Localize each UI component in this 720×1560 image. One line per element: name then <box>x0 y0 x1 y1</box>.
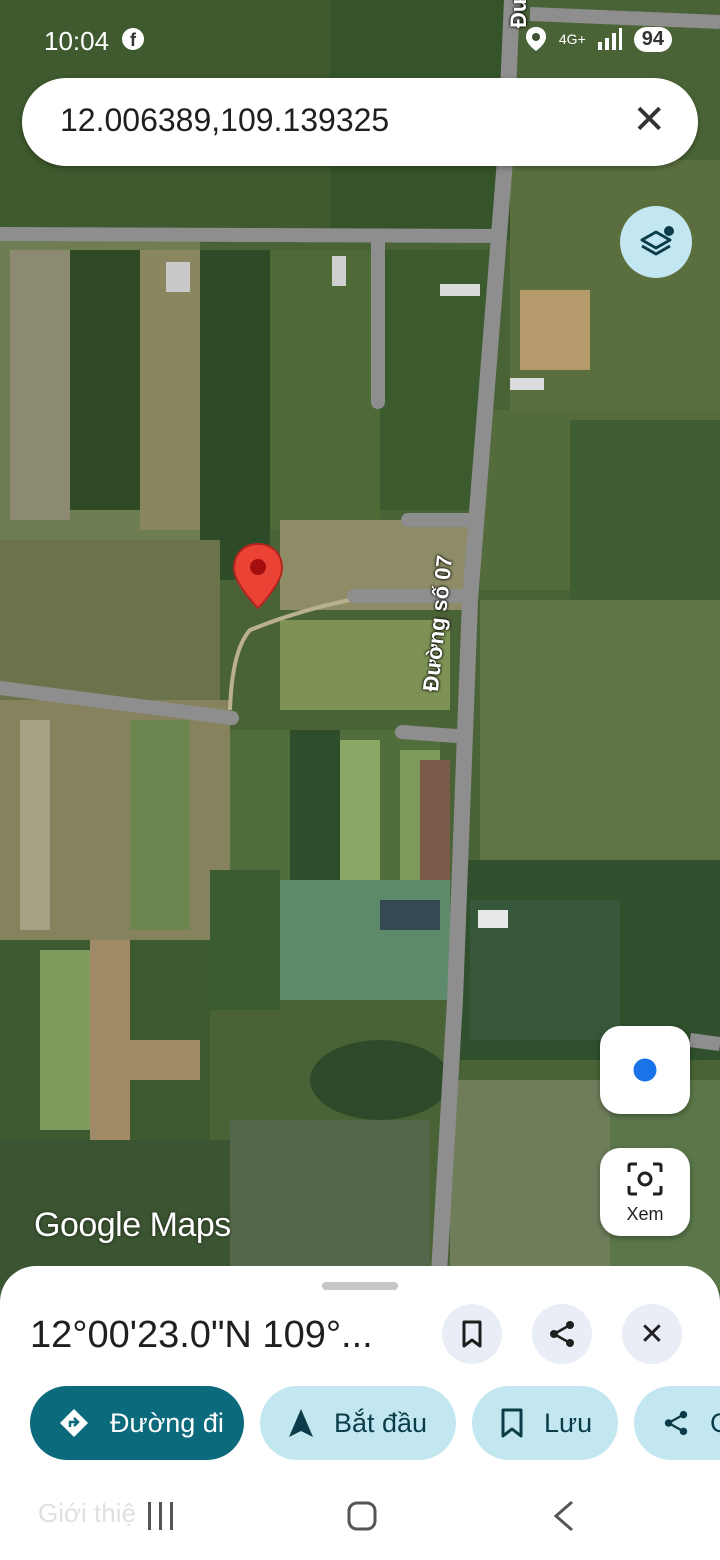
location-pin-icon[interactable] <box>232 542 284 610</box>
start-button[interactable]: Bắt đầu <box>260 1386 456 1460</box>
save-label: Lưu <box>544 1407 593 1438</box>
home-icon[interactable] <box>346 1500 378 1532</box>
save-button[interactable]: Lưu <box>472 1386 618 1460</box>
start-label: Bắt đầu <box>334 1407 428 1438</box>
directions-icon <box>58 1407 90 1439</box>
bookmark-icon <box>462 1320 482 1348</box>
close-icon: ✕ <box>639 1317 665 1351</box>
back-icon[interactable] <box>552 1500 576 1532</box>
navigation-icon <box>288 1408 314 1438</box>
share-icon <box>550 1321 574 1347</box>
signal-icon <box>597 28 622 50</box>
location-icon <box>525 27 546 51</box>
clear-search-icon[interactable]: ✕ <box>632 98 666 142</box>
view-button[interactable]: Xem <box>600 1148 690 1236</box>
share-label: C <box>710 1407 720 1438</box>
drag-handle[interactable] <box>322 1282 398 1290</box>
facebook-icon: f <box>122 28 144 50</box>
recent-apps-icon[interactable] <box>146 1500 176 1532</box>
close-button[interactable]: ✕ <box>622 1304 682 1364</box>
layers-icon <box>640 226 674 256</box>
my-location-button[interactable] <box>600 1026 690 1114</box>
place-title: 12°00'23.0"N 109°... <box>30 1314 373 1356</box>
share-icon-button[interactable] <box>532 1304 592 1364</box>
view-label: Xem <box>626 1204 664 1224</box>
save-icon-button[interactable] <box>442 1304 502 1364</box>
share-chip-button[interactable]: C <box>634 1386 720 1460</box>
directions-label: Đường đi <box>110 1407 224 1438</box>
layers-button[interactable] <box>620 206 692 278</box>
directions-button[interactable]: Đường đi <box>30 1386 244 1460</box>
bookmark-icon <box>500 1408 524 1438</box>
overview-tab-label: Giới thiệ <box>38 1498 136 1528</box>
system-nav-bar: Giới thiệ <box>0 1470 720 1560</box>
search-bar[interactable]: 12.006389,109.139325 ✕ <box>22 78 698 166</box>
my-location-icon <box>630 1055 660 1085</box>
search-query[interactable]: 12.006389,109.139325 <box>60 102 389 139</box>
camera-icon <box>627 1162 663 1196</box>
clock: 10:04 <box>44 26 110 56</box>
network-type: 4G+ <box>558 31 586 47</box>
share-icon <box>662 1408 690 1438</box>
battery-level: 94 <box>633 26 672 52</box>
status-bar: 10:04 f 4G+ 94 <box>0 22 720 58</box>
google-maps-logo: Google Maps <box>34 1206 231 1244</box>
